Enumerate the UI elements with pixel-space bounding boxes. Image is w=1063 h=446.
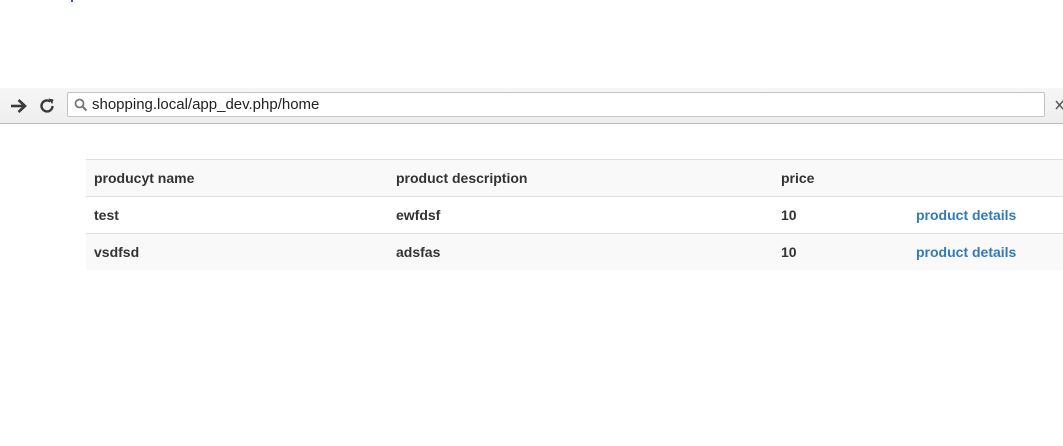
product-details-link[interactable]: product details xyxy=(916,207,1016,223)
reload-icon xyxy=(40,98,54,113)
table-header-row: producyt name product description price xyxy=(86,159,1063,197)
product-table: producyt name product description price … xyxy=(86,159,1063,270)
cell-product-name: test xyxy=(86,196,388,234)
cell-actions: product details xyxy=(908,196,1063,234)
url-input[interactable] xyxy=(92,96,1022,113)
header-price: price xyxy=(773,159,908,197)
page: producyt name product description price … xyxy=(0,0,1063,446)
cell-actions: product details xyxy=(908,233,1063,270)
table-row: test ewfdsf 10 product details xyxy=(86,196,1063,234)
header-product-name: producyt name xyxy=(86,159,388,197)
cell-product-description: ewfdsf xyxy=(388,196,773,234)
header-actions xyxy=(908,159,1063,197)
cell-product-name: vsdfsd xyxy=(86,233,388,270)
arrow-right-icon xyxy=(11,99,27,113)
browser-toolbar xyxy=(0,88,1063,124)
extension-icon[interactable] xyxy=(1054,98,1063,112)
product-table-container: producyt name product description price … xyxy=(86,159,1063,270)
cell-price: 10 xyxy=(773,233,908,270)
reload-button[interactable] xyxy=(37,96,57,116)
omnibox[interactable] xyxy=(67,92,1045,117)
cell-product-description: adsfas xyxy=(388,233,773,270)
stray-dot xyxy=(71,0,73,2)
cell-price: 10 xyxy=(773,196,908,234)
product-details-link[interactable]: product details xyxy=(916,244,1016,260)
header-product-description: product description xyxy=(388,159,773,197)
search-icon xyxy=(74,98,88,111)
forward-button[interactable] xyxy=(9,96,29,116)
table-row: vsdfsd adsfas 10 product details xyxy=(86,233,1063,270)
